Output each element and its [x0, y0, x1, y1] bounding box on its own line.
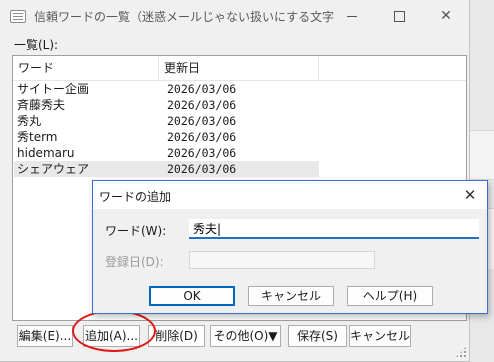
minimize-icon [347, 15, 357, 17]
dialog-title-bar[interactable]: ワードの追加 ✕ [93, 181, 487, 209]
save-button[interactable]: 保存(S) [288, 325, 347, 347]
word-input[interactable] [189, 219, 479, 239]
close-button[interactable]: ✕ [423, 0, 469, 32]
help-button[interactable]: ヘルプ(H) [347, 286, 433, 306]
maximize-button[interactable] [376, 0, 422, 32]
dialog-cancel-button[interactable]: キャンセル [248, 286, 334, 306]
other-menu-button[interactable]: その他(O)▼ [210, 325, 281, 347]
dialog-close-icon[interactable]: ✕ [459, 184, 481, 206]
ok-button[interactable]: OK [149, 286, 235, 306]
delete-button[interactable]: 削除(D) [148, 325, 205, 347]
maximize-icon [393, 10, 405, 22]
list-header: ワード 更新日 [13, 56, 466, 81]
add-word-dialog: ワードの追加 ✕ ワード(W): 登録日(D): OK キャンセル ヘルプ(H) [92, 180, 488, 314]
column-header-date[interactable]: 更新日 [159, 56, 319, 80]
title-bar[interactable]: 信頼ワードの一覧（迷惑メールじゃない扱いにする文字列の... ✕ [0, 0, 469, 32]
date-field [189, 251, 375, 269]
date-label: 登録日(D): [105, 255, 164, 269]
word-label: ワード(W): [105, 224, 167, 238]
list-item[interactable]: 秀丸 2026/03/06 [14, 113, 319, 129]
list-label: 一覧(L): [14, 38, 59, 52]
minimize-button[interactable] [329, 0, 375, 32]
close-icon: ✕ [440, 8, 452, 24]
window-title: 信頼ワードの一覧（迷惑メールじゃない扱いにする文字列の... [34, 10, 334, 24]
list-item-selected[interactable]: シェアウェア 2026/03/06 [14, 161, 319, 177]
dialog-title: ワードの追加 [99, 190, 172, 204]
annotation-circle [72, 310, 156, 352]
cancel-button[interactable]: キャンセル [349, 325, 411, 347]
app-icon [10, 10, 26, 23]
resize-grip[interactable] [455, 346, 467, 358]
list-item[interactable]: サイトー企画 2026/03/06 [14, 81, 319, 97]
list-item[interactable]: hidemaru 2026/03/06 [14, 145, 319, 161]
list-item[interactable]: 秀term 2026/03/06 [14, 129, 319, 145]
list-item[interactable]: 斉藤秀夫 2026/03/06 [14, 97, 319, 113]
column-header-word[interactable]: ワード [13, 56, 159, 80]
edit-button[interactable]: 編集(E)... [17, 325, 73, 347]
